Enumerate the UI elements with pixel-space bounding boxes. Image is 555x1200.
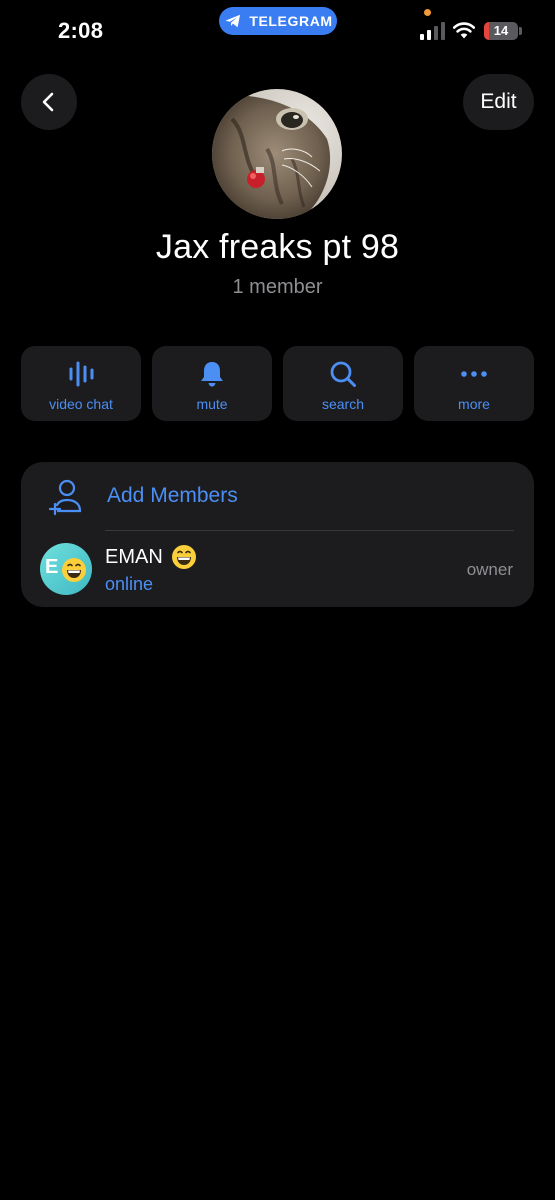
member-name: EMAN	[105, 544, 197, 570]
battery-level: 14	[493, 23, 509, 38]
mute-button[interactable]: mute	[152, 346, 272, 421]
bell-icon	[201, 362, 223, 387]
member-status: online	[105, 574, 154, 594]
telegram-pill[interactable]: TELEGRAM	[219, 7, 337, 35]
action-buttons-row: video chat mute search more	[21, 346, 534, 421]
more-label: more	[458, 396, 490, 412]
voice-chat-icon	[69, 361, 94, 387]
cellular-signal-icon	[420, 22, 445, 40]
video-chat-button[interactable]: video chat	[21, 346, 141, 421]
wifi-icon	[452, 22, 476, 39]
search-icon	[330, 361, 356, 387]
video-chat-label: video chat	[49, 396, 113, 412]
edit-button[interactable]: Edit	[463, 74, 534, 130]
mute-label: mute	[196, 396, 228, 412]
more-dots-icon	[461, 371, 487, 377]
cat-photo-image	[212, 89, 342, 219]
telegram-plane-icon	[225, 14, 241, 28]
battery-tip	[519, 27, 522, 35]
app-pill-label: TELEGRAM	[249, 13, 333, 29]
member-name-text: EMAN	[105, 545, 163, 568]
grinning-face-icon	[171, 545, 196, 569]
add-members-label: Add Members	[107, 484, 238, 507]
group-title: Jax freaks pt 98	[155, 228, 400, 266]
battery-indicator: 14	[484, 22, 518, 40]
members-card: Add Members E EMAN online owner	[21, 462, 534, 607]
member-row[interactable]: E EMAN online owner	[21, 531, 534, 607]
back-button[interactable]	[21, 74, 77, 130]
grinning-face-icon	[62, 558, 86, 582]
search-button[interactable]: search	[283, 346, 403, 421]
member-avatar[interactable]: E	[40, 543, 92, 595]
member-role-badge: owner	[466, 560, 513, 579]
recording-indicator-dot	[424, 9, 431, 16]
status-bar: 2:08 TELEGRAM 14	[0, 0, 555, 60]
status-time: 2:08	[58, 18, 104, 43]
member-count: 1 member	[232, 276, 323, 298]
add-members-button[interactable]: Add Members	[21, 462, 534, 530]
search-label: search	[321, 396, 365, 412]
group-avatar[interactable]	[212, 89, 342, 219]
more-button[interactable]: more	[414, 346, 534, 421]
chevron-left-icon	[42, 92, 54, 112]
member-avatar-letter: E	[45, 556, 59, 578]
add-person-icon	[49, 479, 82, 516]
